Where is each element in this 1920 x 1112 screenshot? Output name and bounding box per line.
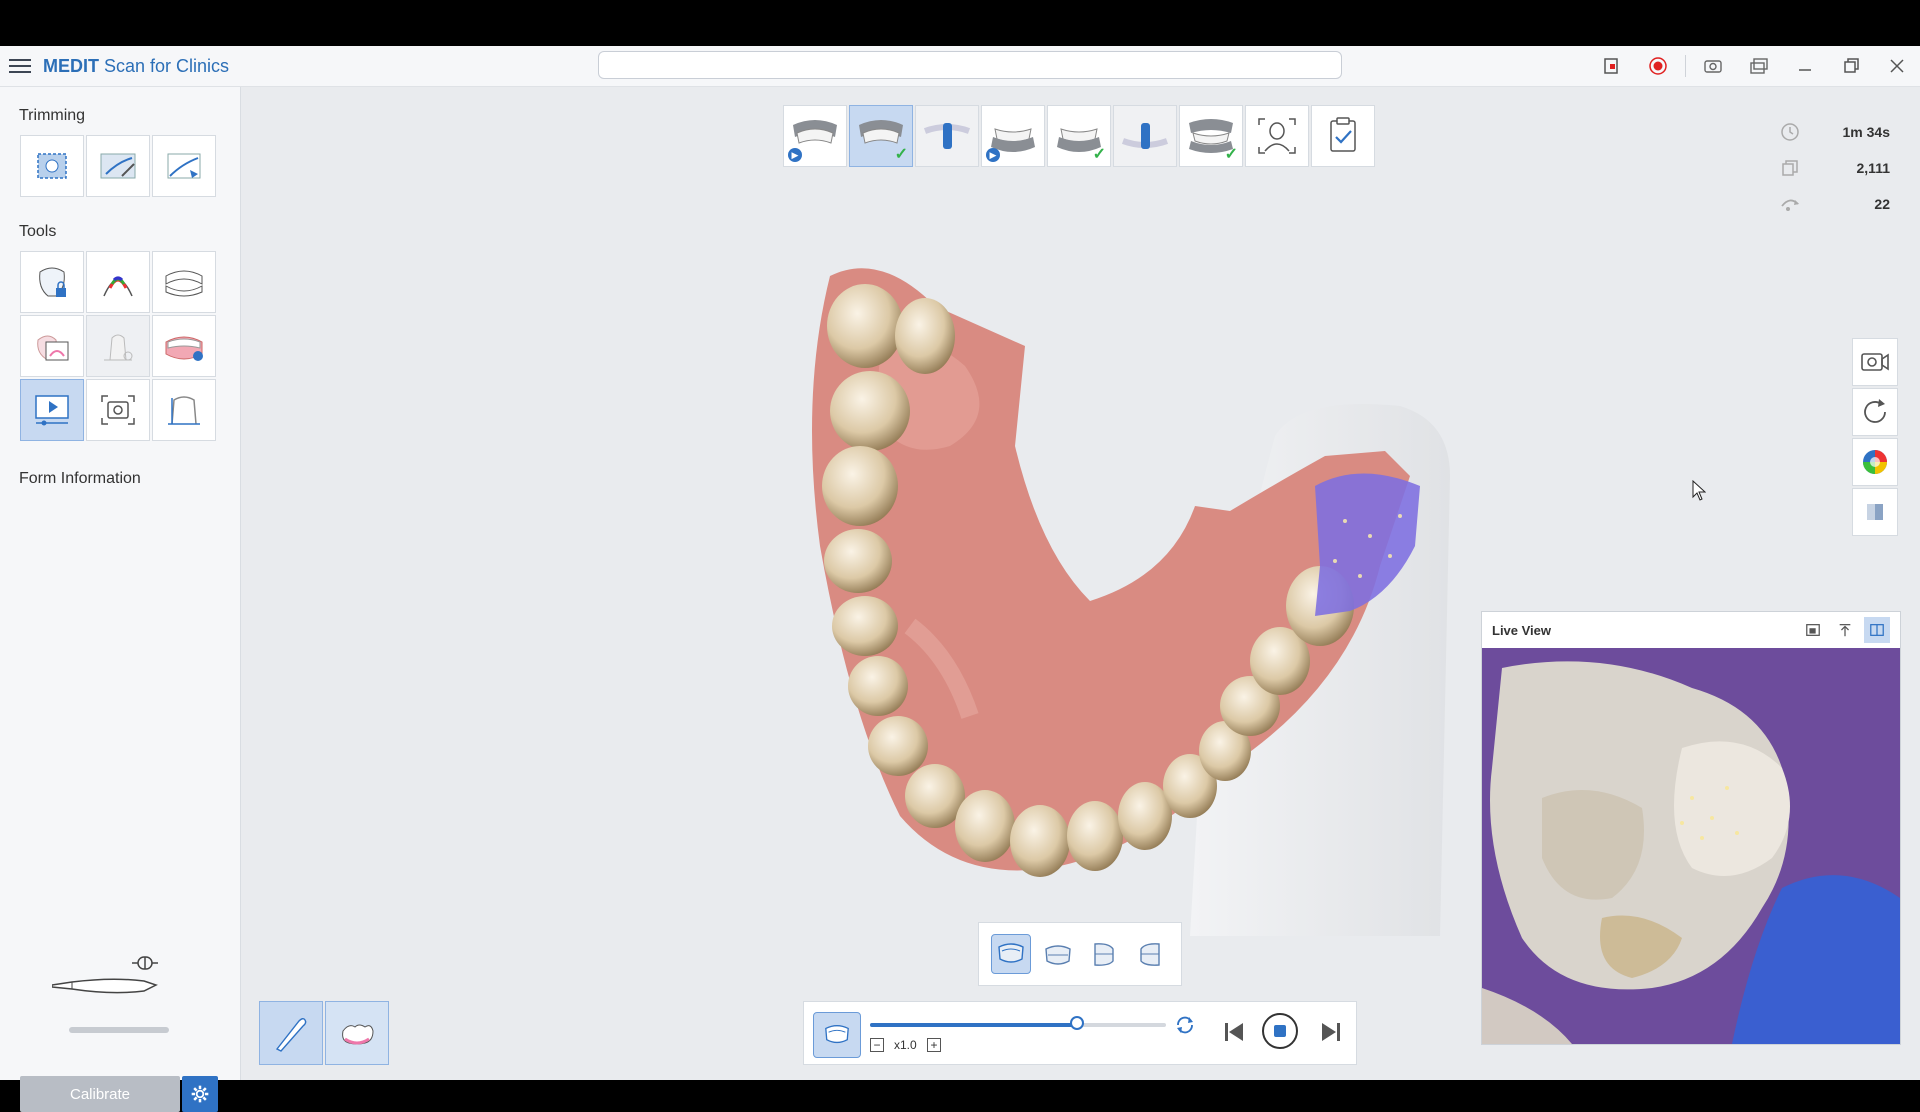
live-view-panel: Live View [1481,611,1901,1045]
stat-shots: 22 [1780,186,1890,222]
tooth-removed-icon[interactable] [86,315,150,377]
pip-mode-icon[interactable] [1800,617,1826,643]
color-margin-icon[interactable] [86,251,150,313]
playback-speed: x1.0 [894,1038,917,1052]
tools-title: Tools [19,223,57,240]
record-icon[interactable] [1635,46,1681,86]
pin-icon[interactable] [1832,617,1858,643]
stat-time: 1m 34s [1780,114,1890,150]
gear-icon [191,1085,209,1103]
view-left-icon[interactable] [1085,935,1123,973]
view-occlusal-icon[interactable] [991,934,1031,974]
calibration-settings-button[interactable] [182,1076,218,1112]
scan-count-icon [1781,199,1799,211]
trimming-tools [20,135,216,197]
video-record-icon[interactable] [1852,338,1898,386]
clock-icon [1781,123,1799,141]
checklist-icon [1330,117,1356,152]
search-input[interactable] [598,51,1342,79]
playback-bar: − x1.0 + [803,1001,1357,1065]
maximize-icon[interactable] [1828,46,1874,86]
select-area-icon[interactable] [20,135,84,197]
step-abutment-upper[interactable] [915,105,979,167]
playback-slider-thumb[interactable] [1070,1016,1085,1030]
frames-icon [1782,160,1798,176]
step-review[interactable] [1311,105,1375,167]
view-right-icon[interactable] [1131,935,1169,973]
step-mandible-done[interactable]: ✓ [1047,105,1111,167]
scanner-icon [52,956,158,994]
stat-frames-value: 2,111 [1856,160,1891,176]
playback-icon[interactable] [20,379,84,441]
camera-icon[interactable] [1690,46,1736,86]
window-controls [1589,46,1920,86]
overlay-icon[interactable] [20,315,84,377]
minimize-icon[interactable] [1782,46,1828,86]
trimming-title: Trimming [19,107,86,124]
view-direction-group [978,922,1182,986]
form-information-title: Form Information [19,470,141,487]
speed-increase-button[interactable]: + [927,1038,941,1052]
step-maxilla-done[interactable]: ✓ [849,105,913,167]
scan-stats: 1m 34s 2,111 22 [1780,114,1890,222]
live-camera-feed [1482,648,1900,1044]
lock-tooth-icon[interactable] [20,251,84,313]
trim-region-icon[interactable] [152,135,216,197]
stat-shots-value: 22 [1874,196,1890,212]
mouse-cursor-icon [1692,480,1706,501]
arch-icon[interactable] [152,251,216,313]
bottom-left-tools [259,1001,389,1065]
split-view-icon[interactable] [1864,617,1890,643]
window-mode-icon[interactable] [1736,46,1782,86]
right-toolbar [1852,338,1898,536]
step-mandible-scan[interactable]: ▶ [981,105,1045,167]
speed-decrease-button[interactable]: − [870,1038,884,1052]
menu-icon[interactable] [9,55,31,77]
step-occlusion[interactable]: ✓ [1179,105,1243,167]
abutment-icon [1121,123,1169,149]
step-face-scan[interactable] [1245,105,1309,167]
live-view-title: Live View [1492,622,1552,638]
playback-model-button[interactable] [813,1012,861,1058]
playback-progress [870,1023,1078,1027]
loop-icon[interactable] [1174,1014,1196,1036]
face-scan-icon [1258,118,1296,154]
close-icon[interactable] [1874,46,1920,86]
view-front-icon[interactable] [1039,935,1077,973]
gum-icon[interactable] [152,315,216,377]
tooth-select-button[interactable] [325,1001,389,1065]
color-map-icon[interactable] [1852,438,1898,486]
jaw-icon [825,1025,849,1044]
snapshot-icon[interactable] [86,379,150,441]
skip-previous-icon[interactable] [1222,1019,1246,1045]
scan-step-bar: ▶ ✓ ▶ ✓ ✓ [783,105,1375,167]
scanner-status-bar [69,1027,169,1033]
app-window: MEDIT Scan for Clinics Trimming Tools Fo… [0,46,1920,1112]
3d-scan-viewport[interactable] [760,246,1480,936]
step-maxilla-scan[interactable]: ▶ [783,105,847,167]
tooth-select-icon [342,1024,374,1045]
stop-icon [1274,1025,1286,1037]
calibrate-button[interactable]: Calibrate [20,1076,180,1112]
brush-icon [275,1018,307,1052]
texture-icon[interactable] [1852,488,1898,536]
screen-capture-icon[interactable] [1589,46,1635,86]
left-sidebar: Trimming Tools Form Information Calibrat… [0,87,241,1112]
stop-button[interactable] [1262,1013,1298,1049]
stat-frames: 2,111 [1780,150,1890,186]
title-bar: MEDIT Scan for Clinics [0,46,1920,87]
brush-tool-button[interactable] [259,1001,323,1065]
playback-slider[interactable] [870,1016,1166,1030]
skip-next-icon[interactable] [1319,1019,1343,1045]
app-title: MEDIT Scan for Clinics [43,56,230,76]
reset-view-icon[interactable] [1852,388,1898,436]
stat-time-value: 1m 34s [1842,124,1890,140]
step-abutment-lower[interactable] [1113,105,1177,167]
abutment-icon [923,123,971,149]
trim-brush-icon[interactable] [86,135,150,197]
measure-icon[interactable] [152,379,216,441]
tool-grid [20,251,216,441]
